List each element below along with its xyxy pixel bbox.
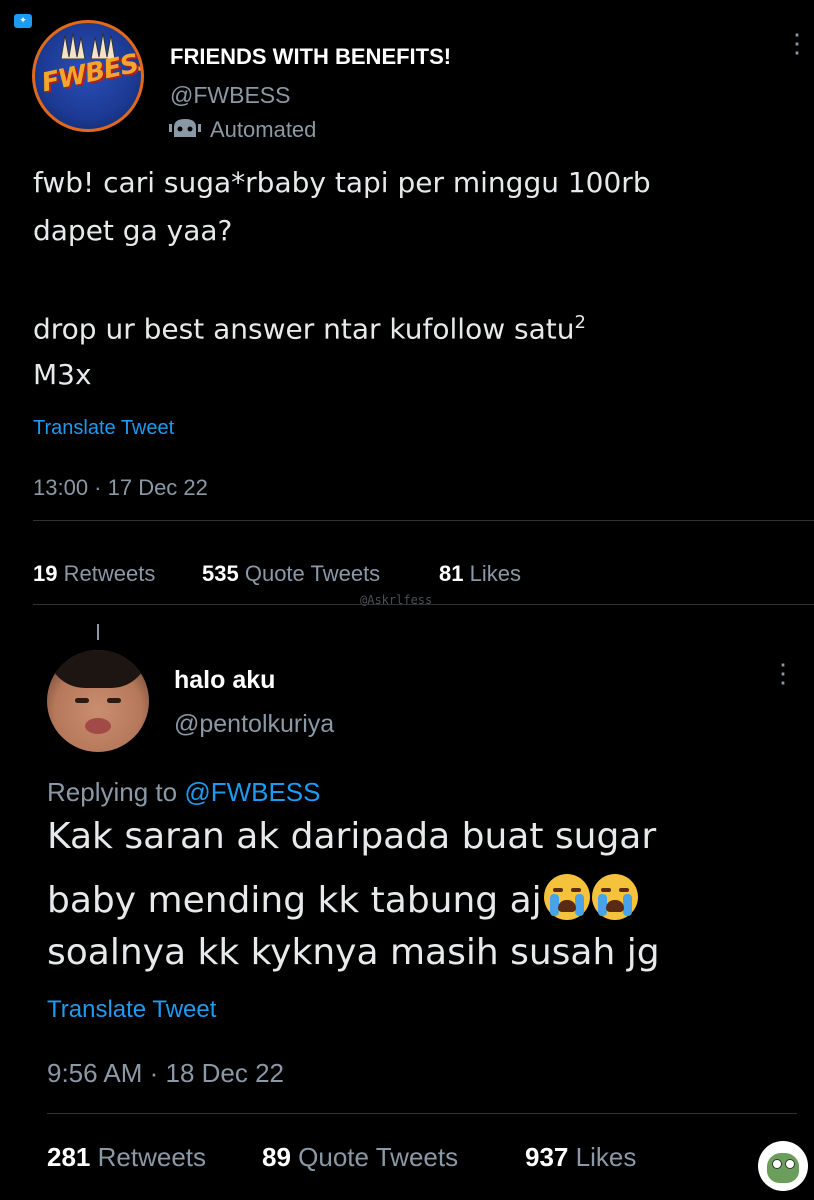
retweets-label: Retweets (63, 561, 156, 586)
superscript: 2 (574, 312, 586, 333)
corner-app-badge-icon: ✦ (14, 14, 32, 28)
retweets-label: Retweets (97, 1142, 207, 1172)
quote-tweets-stat[interactable]: 535 Quote Tweets (202, 561, 380, 587)
avatar-lips (85, 718, 111, 734)
likes-stat[interactable]: 937 Likes (525, 1142, 636, 1173)
loudly-crying-face-icon (543, 874, 590, 920)
quote-tweets-label: Quote Tweets (298, 1142, 459, 1172)
avatar-eye (75, 698, 89, 703)
tweet-timestamp[interactable]: 9:56 AM · 18 Dec 22 (47, 1058, 284, 1089)
tweet-text-line: fwb! cari suga*rbaby tapi per minggu 100… (33, 166, 651, 199)
tweet-text-line: drop ur best answer ntar kufollow satu2 (33, 312, 586, 345)
retweets-count: 281 (47, 1142, 91, 1172)
replying-to-handle-link[interactable]: @FWBESS (184, 777, 320, 807)
translate-tweet-link[interactable]: Translate Tweet (47, 996, 216, 1024)
retweets-stat[interactable]: 281 Retweets (47, 1142, 206, 1173)
quote-tweets-stat[interactable]: 89 Quote Tweets (262, 1142, 458, 1173)
reply-text-line: Kak saran ak daripada buat sugar (47, 816, 657, 857)
user-handle[interactable]: @pentolkuriya (174, 710, 334, 739)
divider (33, 604, 814, 605)
more-options-icon[interactable]: ⋮ (784, 30, 810, 56)
tweet-timestamp[interactable]: 13:00 · 17 Dec 22 (33, 475, 208, 501)
robot-icon (168, 117, 202, 139)
translate-tweet-link[interactable]: Translate Tweet (33, 417, 174, 440)
quote-tweets-count: 89 (262, 1142, 291, 1172)
reply-text-segment: baby mending kk tabung aj (47, 880, 542, 921)
likes-label: Likes (469, 561, 521, 586)
loudly-crying-face-icon (591, 874, 638, 920)
likes-count: 81 (439, 561, 464, 586)
replying-to: Replying to @FWBESS (47, 777, 321, 808)
quote-tweets-label: Quote Tweets (244, 561, 381, 586)
divider (47, 1113, 797, 1114)
thread-connector-line (97, 624, 99, 640)
more-options-icon[interactable]: ⋮ (770, 660, 796, 686)
likes-stat[interactable]: 81 Likes (439, 561, 521, 587)
automated-label: Automated (210, 117, 317, 142)
likes-label: Likes (575, 1142, 637, 1172)
avatar-hair (47, 650, 149, 688)
display-name[interactable]: halo aku (174, 666, 275, 695)
display-name[interactable]: FRIENDS WITH BENEFITS! (170, 44, 451, 70)
tweet-text-segment: drop ur best answer ntar kufollow satu (33, 312, 575, 346)
frog-sticker-icon (758, 1141, 808, 1191)
user-handle[interactable]: @FWBESS (170, 82, 290, 109)
tweet-text-line: M3x (33, 358, 92, 391)
divider (33, 520, 814, 521)
reply-text-line: soalnya kk kyknya masih susah jg (47, 932, 660, 973)
tweet-text-line: dapet ga yaa? (33, 214, 233, 247)
fwbess-avatar[interactable]: FWBESS (32, 20, 144, 132)
avatar-eye (107, 698, 121, 703)
pentolkuriya-avatar[interactable] (47, 650, 149, 752)
retweets-count: 19 (33, 561, 58, 586)
reply-text-line: baby mending kk tabung aj (47, 874, 638, 921)
quote-tweets-count: 535 (202, 561, 239, 586)
replying-to-prefix: Replying to (47, 777, 178, 807)
retweets-stat[interactable]: 19 Retweets (33, 561, 155, 587)
likes-count: 937 (525, 1142, 569, 1172)
